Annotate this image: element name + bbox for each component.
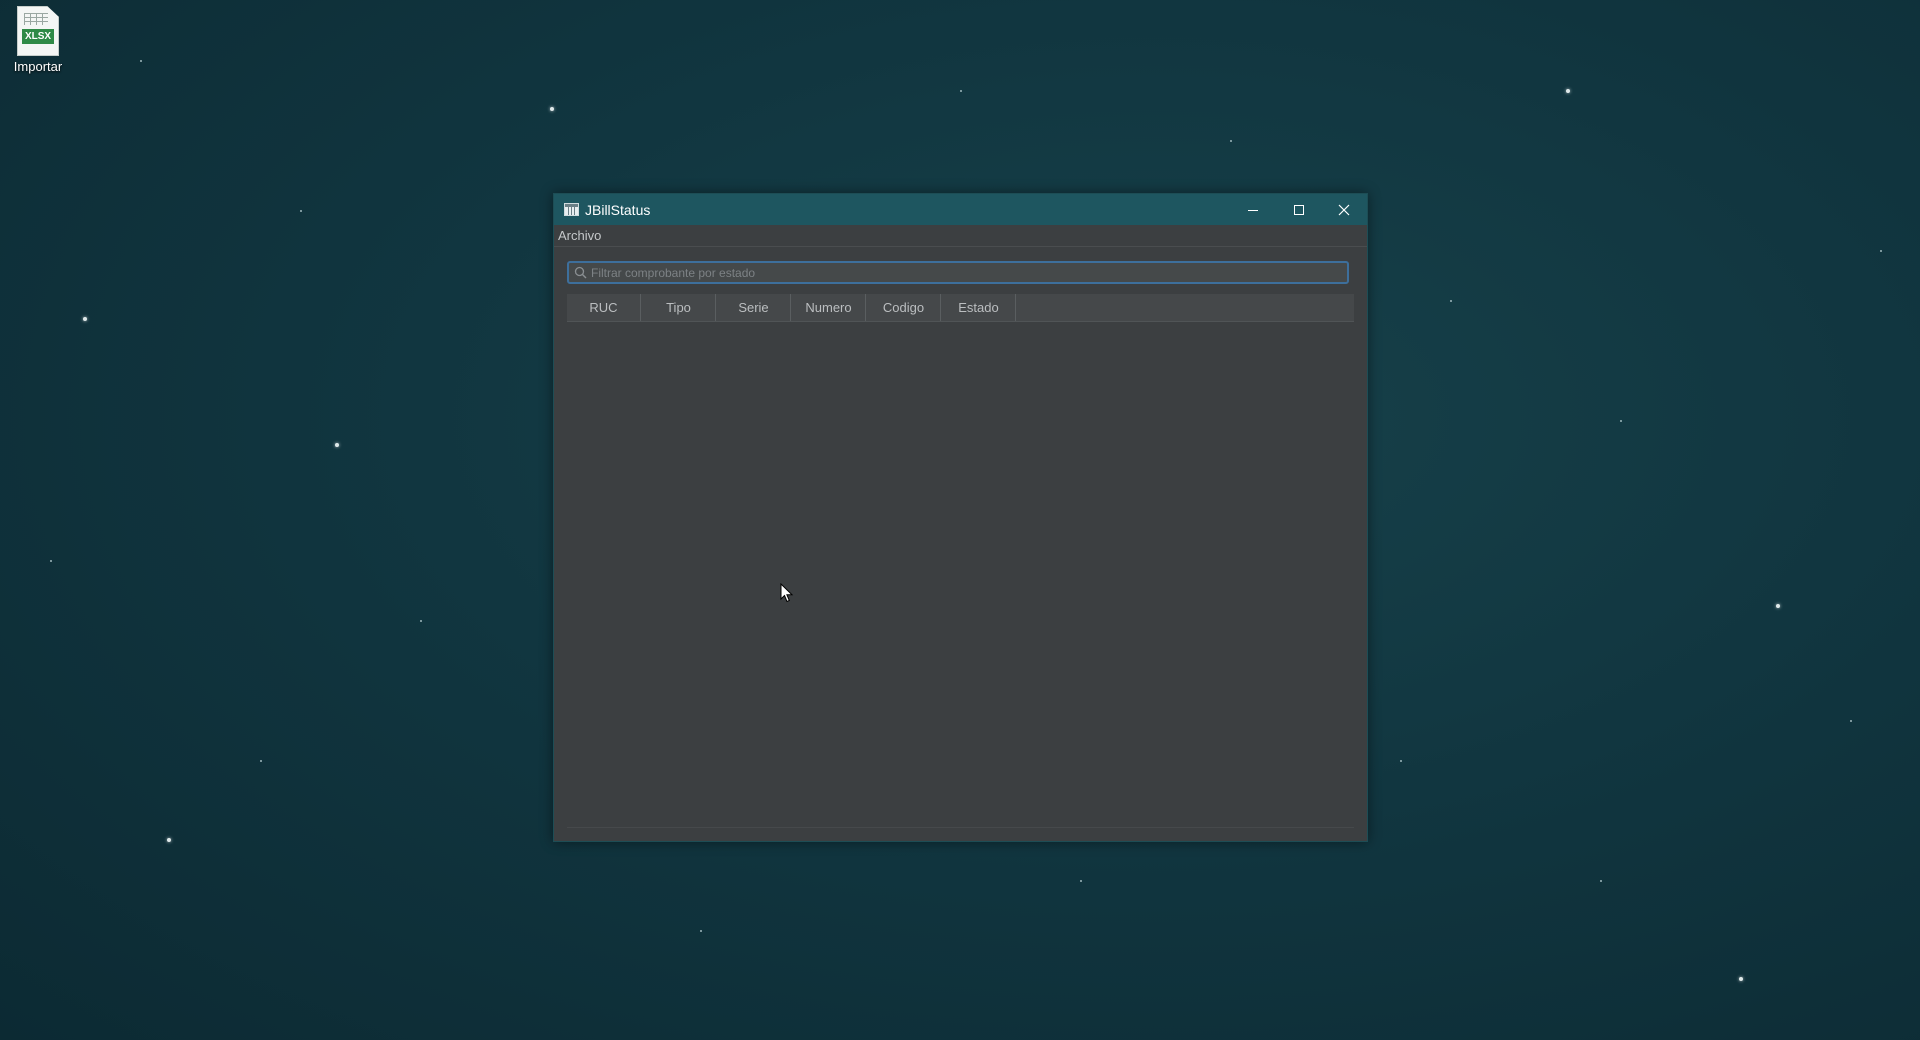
- minimize-icon: [1247, 209, 1258, 211]
- app-window: JBillStatus Archivo Filtrar comprobante …: [553, 193, 1368, 842]
- table-app-icon: [564, 203, 579, 216]
- star: [300, 210, 302, 212]
- star: [1739, 977, 1743, 981]
- results-table: RUC Tipo Serie Numero Codigo Estado: [567, 294, 1354, 828]
- star: [420, 620, 422, 622]
- desktop-icon-importar[interactable]: XLSX Importar: [6, 6, 70, 74]
- title-bar[interactable]: JBillStatus: [554, 194, 1367, 225]
- star: [1850, 720, 1852, 722]
- star: [50, 560, 52, 562]
- column-header-ruc[interactable]: RUC: [567, 294, 641, 321]
- star: [1600, 880, 1602, 882]
- star: [167, 838, 171, 842]
- star: [1880, 250, 1882, 252]
- desktop: XLSX Importar JBillStatus Archivo Filtra…: [0, 0, 1920, 1040]
- star: [260, 760, 262, 762]
- star: [1620, 420, 1622, 422]
- mouse-cursor-icon: [780, 583, 794, 603]
- star: [960, 90, 962, 92]
- maximize-button[interactable]: [1276, 194, 1321, 225]
- star: [1566, 89, 1570, 93]
- xlsx-badge: XLSX: [22, 29, 54, 44]
- search-field[interactable]: [567, 261, 1349, 284]
- star: [1400, 760, 1402, 762]
- maximize-icon: [1293, 204, 1304, 215]
- close-icon: [1338, 204, 1349, 215]
- column-header-tipo[interactable]: Tipo: [642, 294, 716, 321]
- star: [1080, 880, 1082, 882]
- search-input[interactable]: [591, 263, 1341, 282]
- star: [1450, 300, 1452, 302]
- menu-archivo[interactable]: Archivo: [558, 228, 601, 243]
- column-header-codigo[interactable]: Codigo: [867, 294, 941, 321]
- star: [700, 930, 702, 932]
- star: [550, 107, 554, 111]
- table-body[interactable]: [567, 322, 1354, 828]
- column-header-numero[interactable]: Numero: [792, 294, 866, 321]
- column-header-estado[interactable]: Estado: [942, 294, 1016, 321]
- star: [83, 317, 87, 321]
- search-icon: [574, 266, 587, 279]
- minimize-button[interactable]: [1230, 194, 1275, 225]
- desktop-icon-label: Importar: [13, 59, 63, 74]
- star: [335, 443, 339, 447]
- xlsx-file-icon: XLSX: [17, 6, 59, 56]
- menu-bar: Archivo: [554, 225, 1367, 247]
- star: [1776, 604, 1780, 608]
- table-header: RUC Tipo Serie Numero Codigo Estado: [567, 294, 1354, 322]
- star: [140, 60, 142, 62]
- column-header-serie[interactable]: Serie: [717, 294, 791, 321]
- close-button[interactable]: [1321, 194, 1366, 225]
- star: [1230, 140, 1232, 142]
- window-title: JBillStatus: [585, 202, 651, 218]
